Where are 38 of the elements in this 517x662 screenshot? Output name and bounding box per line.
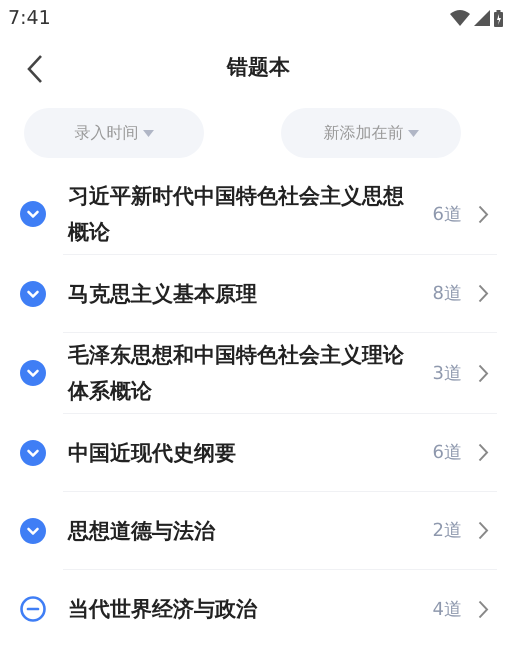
chevron-down-icon: [20, 201, 46, 227]
subject-row[interactable]: 思想道德与法治 2道: [63, 492, 497, 570]
chevron-down-icon: [20, 360, 46, 386]
signal-icon: [474, 10, 490, 26]
subject-name: 中国近现代史纲要: [68, 440, 237, 466]
minus-circle-icon: [20, 596, 46, 622]
subject-row[interactable]: 习近平新时代中国特色社会主义思想概论 6道: [63, 174, 497, 255]
chevron-down-icon: [20, 440, 46, 466]
question-count: 6道: [432, 202, 462, 226]
status-time: 7:41: [8, 6, 51, 31]
subject-name: 马克思主义基本原理: [68, 280, 258, 308]
subject-name: 思想道德与法治: [68, 518, 216, 544]
chevron-right-icon: [478, 204, 489, 224]
subject-name: 毛泽东思想和中国特色社会主义理论体系概论: [68, 342, 405, 405]
wifi-icon: [450, 10, 470, 26]
question-count: 8道: [432, 282, 462, 306]
battery-icon: [494, 10, 503, 26]
chevron-down-icon: [20, 280, 46, 306]
subject-name: 习近平新时代中国特色社会主义思想概论: [68, 183, 405, 246]
caret-icon: [408, 130, 418, 136]
subject-row[interactable]: 毛泽东思想和中国特色社会主义理论体系概论 3道: [63, 333, 497, 414]
chevron-right-icon: [478, 284, 489, 303]
question-count: 3道: [432, 362, 462, 386]
subject-row[interactable]: 当代世界经济与政治 4道: [63, 570, 497, 648]
subject-row[interactable]: 马克思主义基本原理 8道: [63, 255, 497, 333]
chevron-right-icon: [478, 364, 489, 382]
caret-icon: [142, 130, 154, 136]
chevron-down-icon: [20, 518, 46, 544]
subject-row[interactable]: 中国近现代史纲要 6道: [63, 414, 497, 492]
chevron-right-icon: [478, 600, 489, 618]
back-button[interactable]: [26, 54, 44, 84]
page-title: 错题本: [227, 54, 290, 82]
chevron-right-icon: [478, 443, 489, 462]
chevron-right-icon: [478, 521, 489, 540]
question-count: 4道: [432, 598, 462, 622]
question-count: 2道: [432, 519, 462, 543]
subject-name: 当代世界经济与政治: [68, 596, 258, 623]
question-count: 6道: [432, 441, 462, 465]
